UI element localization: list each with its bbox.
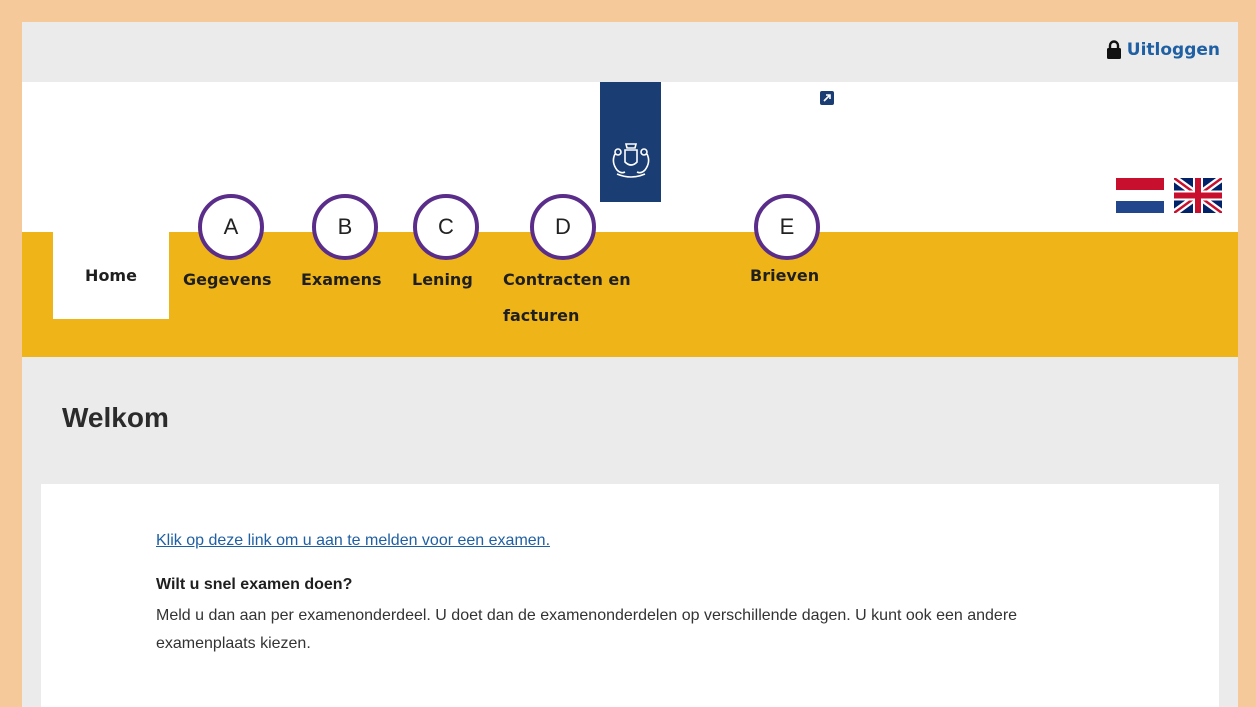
logout-link[interactable]: Uitloggen — [1106, 40, 1220, 60]
nav-item-contracten-en-facturen[interactable]: Contracten en facturen — [503, 262, 653, 334]
marker-badge-e: E — [754, 194, 820, 260]
lock-icon — [1106, 40, 1121, 59]
marker-a-label: A — [223, 214, 239, 239]
marker-badge-c: C — [413, 194, 479, 260]
nav-item-home[interactable]: Home — [53, 232, 169, 319]
language-switcher — [1116, 178, 1222, 213]
marker-d-label: D — [555, 214, 571, 239]
marker-badge-a: A — [198, 194, 264, 260]
external-link-icon[interactable] — [820, 90, 834, 109]
marker-badge-b: B — [312, 194, 378, 260]
content-body: Klik op deze link om u aan te melden voo… — [156, 530, 1096, 658]
nav-item-gegevens[interactable]: Gegevens — [183, 262, 271, 298]
marker-e-label: E — [779, 214, 795, 239]
main-navigation: Home Gegevens Examens Lening Contracten … — [22, 232, 1238, 357]
marker-b-label: B — [337, 214, 353, 239]
exam-registration-link[interactable]: Klik op deze link om u aan te melden voo… — [156, 532, 550, 550]
page-frame: Uitloggen Home Gegevens Examens Lening C… — [22, 22, 1238, 707]
section-paragraph: Meld u dan aan per examenonderdeel. U do… — [156, 607, 1018, 652]
logout-label: Uitloggen — [1126, 40, 1220, 60]
nav-item-examens[interactable]: Examens — [301, 262, 381, 298]
top-bar: Uitloggen — [22, 22, 1238, 82]
nav-item-lening[interactable]: Lening — [412, 262, 473, 298]
logo[interactable] — [600, 82, 661, 202]
flag-nl-icon[interactable] — [1116, 178, 1164, 213]
marker-c-label: C — [438, 214, 454, 239]
marker-badge-d: D — [530, 194, 596, 260]
page-title: Welkom — [62, 402, 169, 433]
nav-item-brieven[interactable]: Brieven — [750, 258, 819, 294]
section-heading: Wilt u snel examen doen? — [156, 576, 353, 593]
content-panel: Klik op deze link om u aan te melden voo… — [41, 484, 1219, 707]
flag-uk-icon[interactable] — [1174, 178, 1222, 213]
coat-of-arms-icon — [612, 143, 649, 178]
nav-home-label: Home — [85, 266, 137, 285]
